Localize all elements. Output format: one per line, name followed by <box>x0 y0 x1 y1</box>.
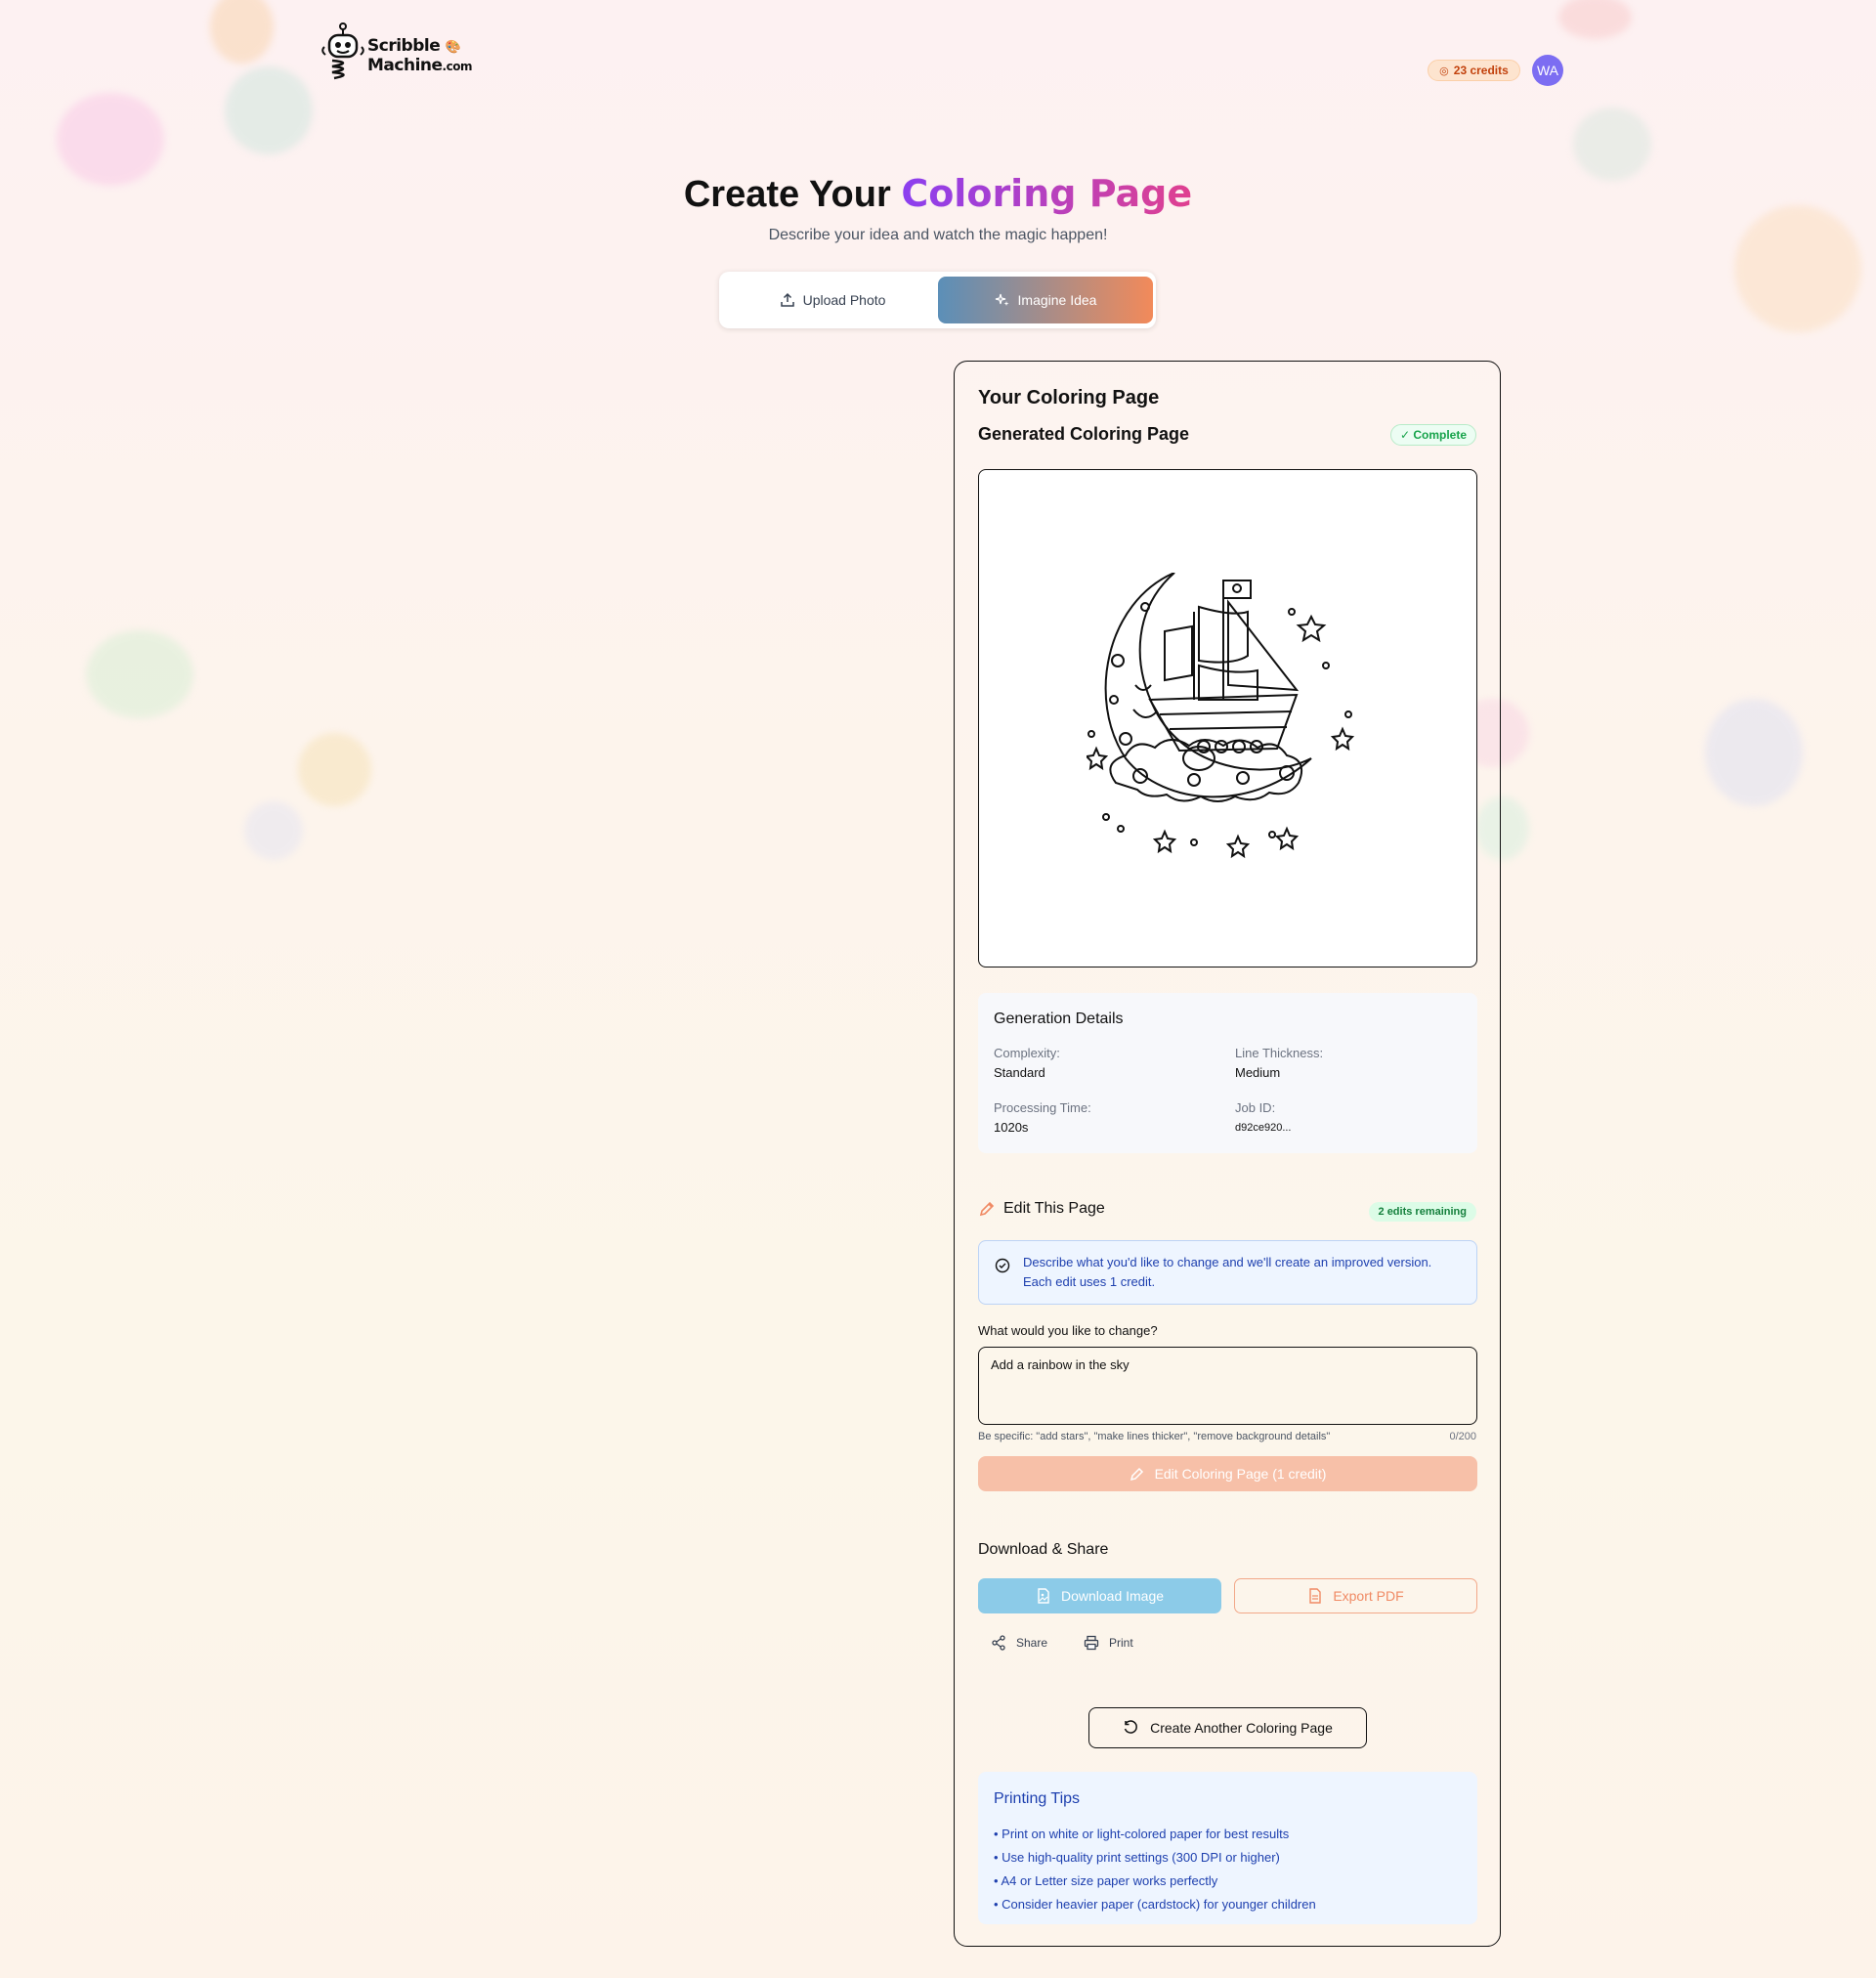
upload-icon <box>780 292 794 307</box>
tips-heading: Printing Tips <box>994 1790 1081 1807</box>
background-blob <box>298 733 371 806</box>
credits-badge[interactable]: ◎ 23 credits <box>1428 60 1520 81</box>
card-subtitle: Generated Coloring Page <box>978 424 1190 444</box>
create-another-button[interactable]: Create Another Coloring Page <box>1088 1707 1367 1748</box>
edit-request-textarea[interactable]: Add a rainbow in the sky <box>978 1347 1477 1425</box>
printer-icon <box>1084 1635 1099 1651</box>
palette-icon: 🎨 <box>445 40 461 55</box>
character-counter: 0/200 <box>1449 1431 1476 1442</box>
tip-item: • A4 or Letter size paper works perfectl… <box>994 1873 1218 1888</box>
page-title-plain: Create Your <box>683 174 891 215</box>
edit-heading-label: Edit This Page <box>1003 1200 1105 1217</box>
line-thickness-value: Medium <box>1235 1065 1281 1080</box>
pencil-icon <box>1130 1467 1143 1482</box>
card-title: Your Coloring Page <box>978 387 1160 408</box>
line-thickness-label: Line Thickness: <box>1235 1046 1324 1060</box>
mode-switch: Upload Photo Imagine Idea <box>719 272 1156 328</box>
robot-logo-icon <box>321 22 364 80</box>
share-icon <box>992 1635 1005 1651</box>
tip-item: • Use high-quality print settings (300 D… <box>994 1850 1280 1865</box>
logo[interactable]: Scribble 🎨 Machine.com <box>320 22 472 84</box>
edit-info-box: Describe what you'd like to change and w… <box>978 1240 1477 1305</box>
avatar[interactable]: WA <box>1532 55 1563 86</box>
create-another-label: Create Another Coloring Page <box>1150 1720 1333 1736</box>
background-blob <box>1558 0 1632 39</box>
edit-section-heading: Edit This Page <box>978 1200 1105 1218</box>
print-button[interactable]: Print <box>1084 1635 1133 1651</box>
credits-label: 23 credits <box>1453 64 1509 77</box>
download-image-label: Download Image <box>1060 1588 1165 1604</box>
edit-coloring-page-button[interactable]: Edit Coloring Page (1 credit) <box>978 1456 1477 1491</box>
image-file-icon <box>1038 1588 1049 1604</box>
background-blob <box>86 630 193 718</box>
imagine-idea-tab[interactable]: Imagine Idea <box>938 277 1153 323</box>
coloring-page-preview[interactable] <box>978 469 1477 968</box>
coin-icon: ◎ <box>1439 64 1449 77</box>
print-label: Print <box>1109 1636 1133 1650</box>
edit-info-text: Describe what you'd like to change and w… <box>1023 1255 1432 1289</box>
pencil-icon <box>979 1201 995 1217</box>
page-subtitle: Describe your idea and watch the magic h… <box>768 227 1108 243</box>
page-title: Create Your Coloring Page <box>0 172 1876 216</box>
background-blob <box>244 801 303 860</box>
processing-time-label: Processing Time: <box>994 1100 1091 1115</box>
upload-photo-label: Upload Photo <box>802 292 886 308</box>
brand-name: Scribble 🎨 Machine.com <box>367 37 472 75</box>
details-heading: Generation Details <box>994 1010 1124 1027</box>
share-button[interactable]: Share <box>991 1635 1047 1651</box>
job-id-value: d92ce920... <box>1235 1122 1292 1134</box>
complexity-value: Standard <box>994 1065 1045 1080</box>
coloring-page-image <box>1087 573 1355 859</box>
edits-remaining-badge: 2 edits remaining <box>1368 1202 1476 1222</box>
tip-item: • Print on white or light-colored paper … <box>994 1827 1290 1841</box>
download-image-button[interactable]: Download Image <box>978 1578 1221 1613</box>
background-blob <box>210 0 274 64</box>
edit-field-label: What would you like to change? <box>978 1323 1158 1338</box>
export-pdf-button[interactable]: Export PDF <box>1234 1578 1477 1613</box>
background-blob <box>1705 699 1803 806</box>
tips-list: • Print on white or light-colored paper … <box>994 1823 1316 1916</box>
complexity-label: Complexity: <box>994 1046 1060 1060</box>
download-share-heading: Download & Share <box>978 1541 1109 1558</box>
result-card: Your Coloring Page Generated Coloring Pa… <box>954 361 1501 1947</box>
export-pdf-label: Export PDF <box>1333 1588 1404 1604</box>
background-blob <box>225 66 313 154</box>
check-circle-icon <box>995 1258 1010 1273</box>
refresh-icon <box>1124 1720 1137 1734</box>
sparkles-icon <box>995 293 1009 306</box>
edit-button-label: Edit Coloring Page (1 credit) <box>1154 1466 1327 1482</box>
job-id-label: Job ID: <box>1235 1100 1276 1115</box>
background-blob <box>1734 205 1861 332</box>
page-title-highlight: Coloring Page <box>901 172 1193 215</box>
brand-line-1: Scribble <box>367 36 441 56</box>
share-label: Share <box>1016 1636 1048 1650</box>
upload-photo-tab[interactable]: Upload Photo <box>725 277 940 323</box>
processing-time-value: 1020s <box>994 1120 1029 1135</box>
printing-tips: Printing Tips • Print on white or light-… <box>978 1772 1477 1924</box>
brand-suffix: .com <box>442 60 473 73</box>
edit-hint: Be specific: "add stars", "make lines th… <box>978 1431 1331 1442</box>
brand-line-2: Machine <box>367 56 443 75</box>
status-badge: ✓ Complete <box>1389 424 1476 446</box>
file-text-icon <box>1309 1588 1322 1604</box>
imagine-idea-label: Imagine Idea <box>1017 292 1097 308</box>
generation-details: Generation Details Complexity: Standard … <box>978 993 1477 1153</box>
tip-item: • Consider heavier paper (cardstock) for… <box>994 1897 1316 1912</box>
background-blob <box>1573 108 1651 181</box>
